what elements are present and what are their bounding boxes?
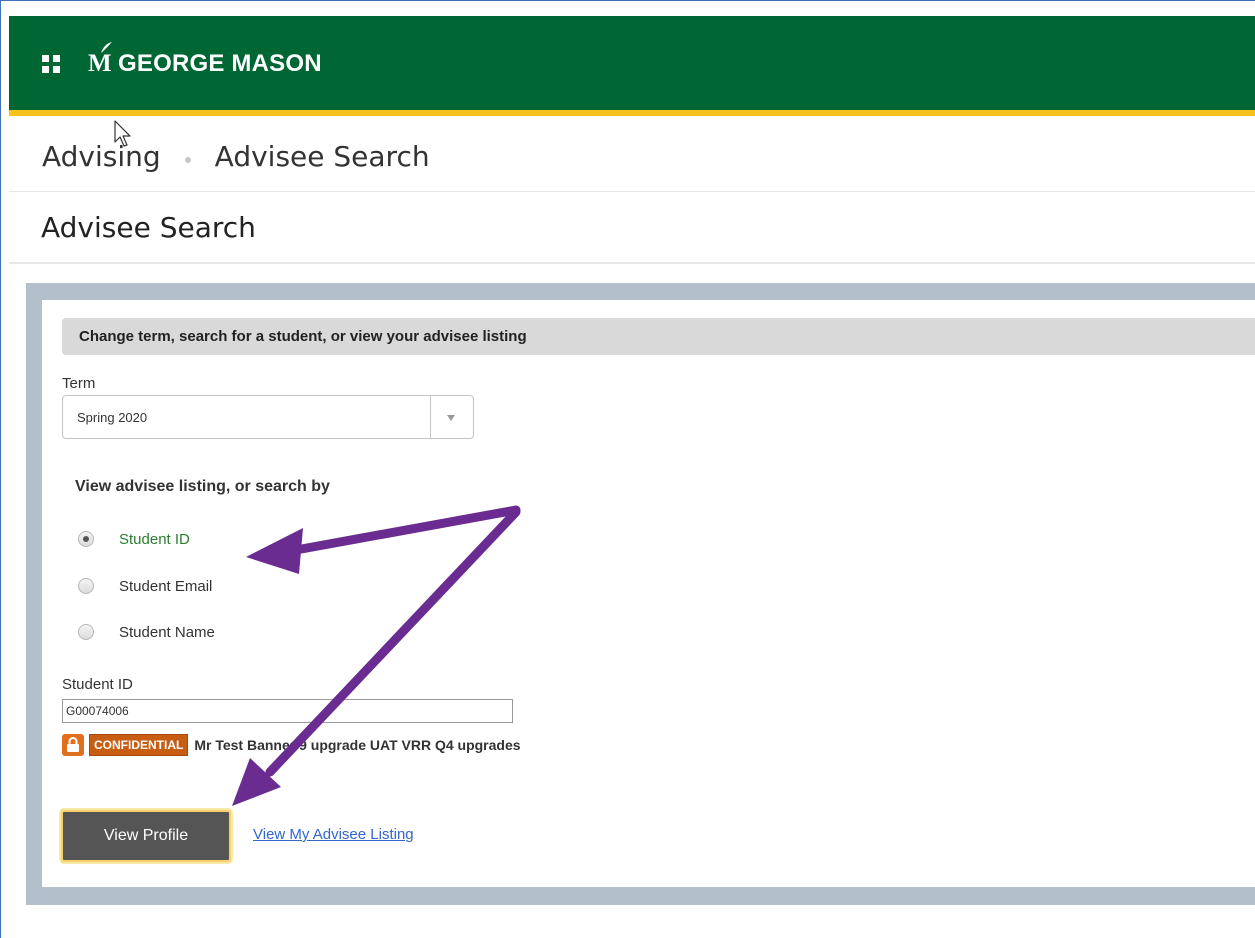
radio-label-student-email[interactable]: Student Email [119,578,212,595]
top-header-bar: M GEORGE MASON [9,16,1255,116]
section-header: Change term, search for a student, or vi… [62,318,1255,355]
radio-button-student-id[interactable] [78,531,94,547]
radio-label-student-id[interactable]: Student ID [119,531,190,548]
search-by-label: View advisee listing, or search by [75,478,330,495]
term-label: Term [62,375,96,392]
breadcrumb: Advising Advisee Search [9,122,1255,192]
lock-icon [62,734,84,756]
confidential-badge: CONFIDENTIAL [89,734,189,756]
leaf-icon [101,42,112,53]
breadcrumb-item-advisee-search: Advisee Search [214,140,430,173]
radio-label-student-name[interactable]: Student Name [119,624,215,641]
radio-option-student-id[interactable]: Student ID [78,527,190,551]
term-select[interactable]: Spring 2020 [62,395,474,439]
radio-button-student-email[interactable] [78,578,94,594]
student-id-label: Student ID [62,676,133,693]
brand-name: GEORGE MASON [118,50,322,77]
radio-option-student-email[interactable]: Student Email [78,574,212,598]
student-result-row: CONFIDENTIAL Mr Test Banner 9 upgrade UA… [62,733,521,757]
radio-option-student-name[interactable]: Student Name [78,620,215,644]
radio-button-student-name[interactable] [78,624,94,640]
george-mason-logo[interactable]: M GEORGE MASON [88,42,322,81]
apps-grid-icon[interactable] [42,55,60,73]
term-select-value: Spring 2020 [77,410,148,425]
logo-mark: M [88,42,114,78]
view-my-advisee-listing-link[interactable]: View My Advisee Listing [253,826,414,843]
page-title-bar: Advisee Search [9,192,1255,264]
page-title: Advisee Search [41,210,256,244]
mouse-cursor-icon [114,120,131,147]
view-profile-button[interactable]: View Profile [61,810,231,862]
chevron-down-icon[interactable] [447,415,455,421]
breadcrumb-separator [184,156,191,163]
breadcrumb-item-advising[interactable]: Advising [42,140,161,173]
student-name: Mr Test Banner 9 upgrade UAT VRR Q4 upgr… [194,737,521,753]
search-panel [42,300,1255,887]
select-divider [430,396,431,438]
student-id-input[interactable] [62,699,513,723]
